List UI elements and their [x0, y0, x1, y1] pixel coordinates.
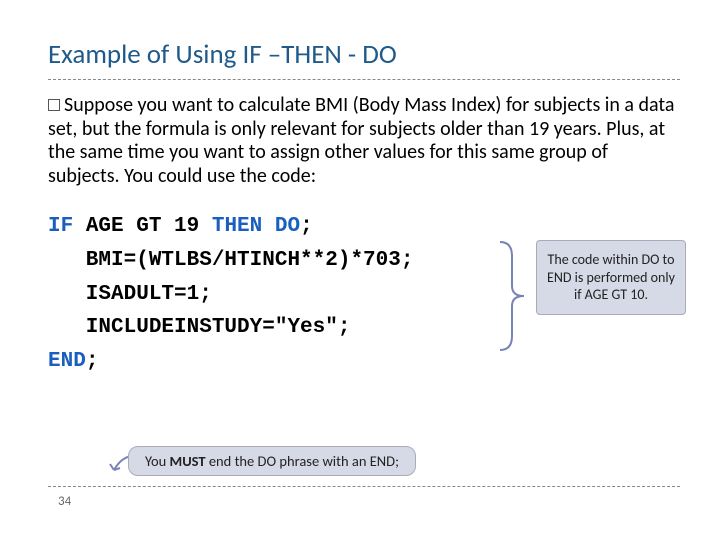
slide-title: Example of Using IF –THEN - DO	[48, 38, 680, 80]
callout-box: The code within DO to END is performed o…	[536, 240, 686, 315]
keyword-then: THEN	[212, 215, 262, 238]
code-block-area: IF AGE GT 19 THEN DO; BMI=(WTLBS/HTINCH*…	[48, 210, 680, 378]
paragraph-text: Suppose you want to calculate BMI (Body …	[48, 93, 674, 188]
page-number: 34	[58, 494, 71, 509]
square-bullet-icon	[48, 99, 60, 111]
code-text: ;	[300, 215, 313, 238]
code-line-3: ISADULT=1;	[48, 283, 212, 306]
code-line-2: BMI=(WTLBS/HTINCH**2)*703;	[48, 249, 413, 272]
brace-icon	[492, 236, 532, 356]
keyword-do: DO	[275, 215, 300, 238]
keyword-end: END	[48, 350, 86, 373]
end-note-bold: MUST	[170, 452, 206, 470]
end-note-box: You MUST end the DO phrase with an END;	[128, 446, 416, 476]
keyword-if: IF	[48, 215, 73, 238]
body-paragraph: Suppose you want to calculate BMI (Body …	[48, 94, 680, 188]
end-note-pre: You	[145, 452, 170, 470]
end-note-post: end the DO phrase with an END;	[206, 452, 399, 470]
code-text: ;	[86, 350, 99, 373]
footer: 34	[48, 486, 680, 510]
code-text: AGE GT 19	[73, 215, 212, 238]
code-line-4: INCLUDEINSTUDY="Yes";	[48, 316, 350, 339]
